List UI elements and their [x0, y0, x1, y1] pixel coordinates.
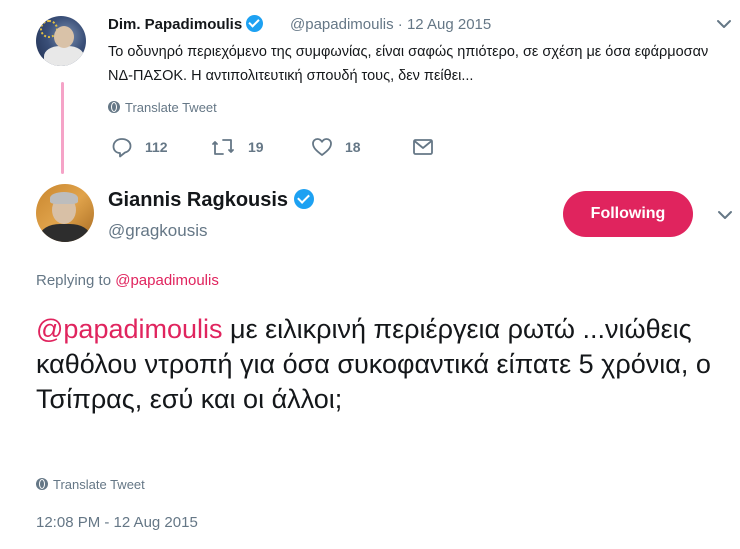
dm-action[interactable] — [412, 136, 446, 158]
globe-icon — [36, 478, 48, 490]
verified-badge-icon — [246, 15, 264, 32]
retweet-icon[interactable] — [210, 136, 236, 158]
main-avatar[interactable] — [36, 184, 94, 242]
parent-translate-link[interactable]: Translate Tweet — [108, 100, 217, 115]
parent-author-name[interactable]: Dim. Papadimoulis — [108, 15, 264, 33]
avatar-shirt — [44, 46, 84, 66]
reply-icon[interactable] — [111, 136, 133, 158]
main-translate-label[interactable]: Translate Tweet — [53, 477, 145, 492]
tweet-timestamp[interactable]: 12:08 PM - 12 Aug 2015 — [36, 514, 198, 531]
avatar-head — [54, 26, 74, 48]
retweet-action[interactable]: 19 — [210, 136, 264, 158]
separator-dot: · — [397, 16, 403, 33]
main-handle[interactable]: @gragkousis — [108, 221, 207, 241]
parent-handle[interactable]: @papadimoulis — [290, 16, 394, 33]
main-tweet-text: @papadimoulis με ειλικρινή περιέργεια ρω… — [36, 312, 726, 417]
chevron-down-icon[interactable] — [716, 206, 734, 224]
parent-avatar[interactable] — [36, 16, 86, 66]
parent-translate-label[interactable]: Translate Tweet — [125, 100, 217, 115]
like-icon[interactable] — [311, 136, 333, 158]
dm-icon[interactable] — [412, 136, 434, 158]
replying-to-context: Replying to @papadimoulis — [36, 272, 219, 289]
globe-icon — [108, 101, 120, 113]
avatar-hair — [50, 192, 78, 204]
parent-tweet-text: Το οδυνηρό περιεχόμενο της συμφωνίας, εί… — [108, 44, 709, 84]
avatar-shirt — [40, 224, 90, 242]
reply-action[interactable]: 112 — [111, 136, 168, 158]
retweet-count: 19 — [248, 139, 264, 155]
replying-to-mention[interactable]: @papadimoulis — [115, 272, 219, 289]
reply-count: 112 — [145, 139, 168, 155]
like-count: 18 — [345, 139, 361, 155]
parent-date[interactable]: 12 Aug 2015 — [407, 16, 491, 33]
verified-badge-icon — [293, 189, 314, 209]
parent-author-name-text[interactable]: Dim. Papadimoulis — [108, 16, 242, 33]
replying-to-label: Replying to — [36, 272, 112, 289]
main-author-name[interactable]: Giannis Ragkousis — [108, 189, 314, 212]
main-translate-link[interactable]: Translate Tweet — [36, 477, 145, 492]
chevron-down-icon[interactable] — [716, 16, 732, 32]
parent-handle-date: @papadimoulis · 12 Aug 2015 — [290, 16, 491, 33]
thread-connector-line — [61, 82, 64, 174]
like-action[interactable]: 18 — [311, 136, 361, 158]
following-button[interactable]: Following — [563, 191, 693, 237]
main-author-name-text[interactable]: Giannis Ragkousis — [108, 189, 288, 211]
tweet-mention-link[interactable]: @papadimoulis — [36, 314, 223, 344]
